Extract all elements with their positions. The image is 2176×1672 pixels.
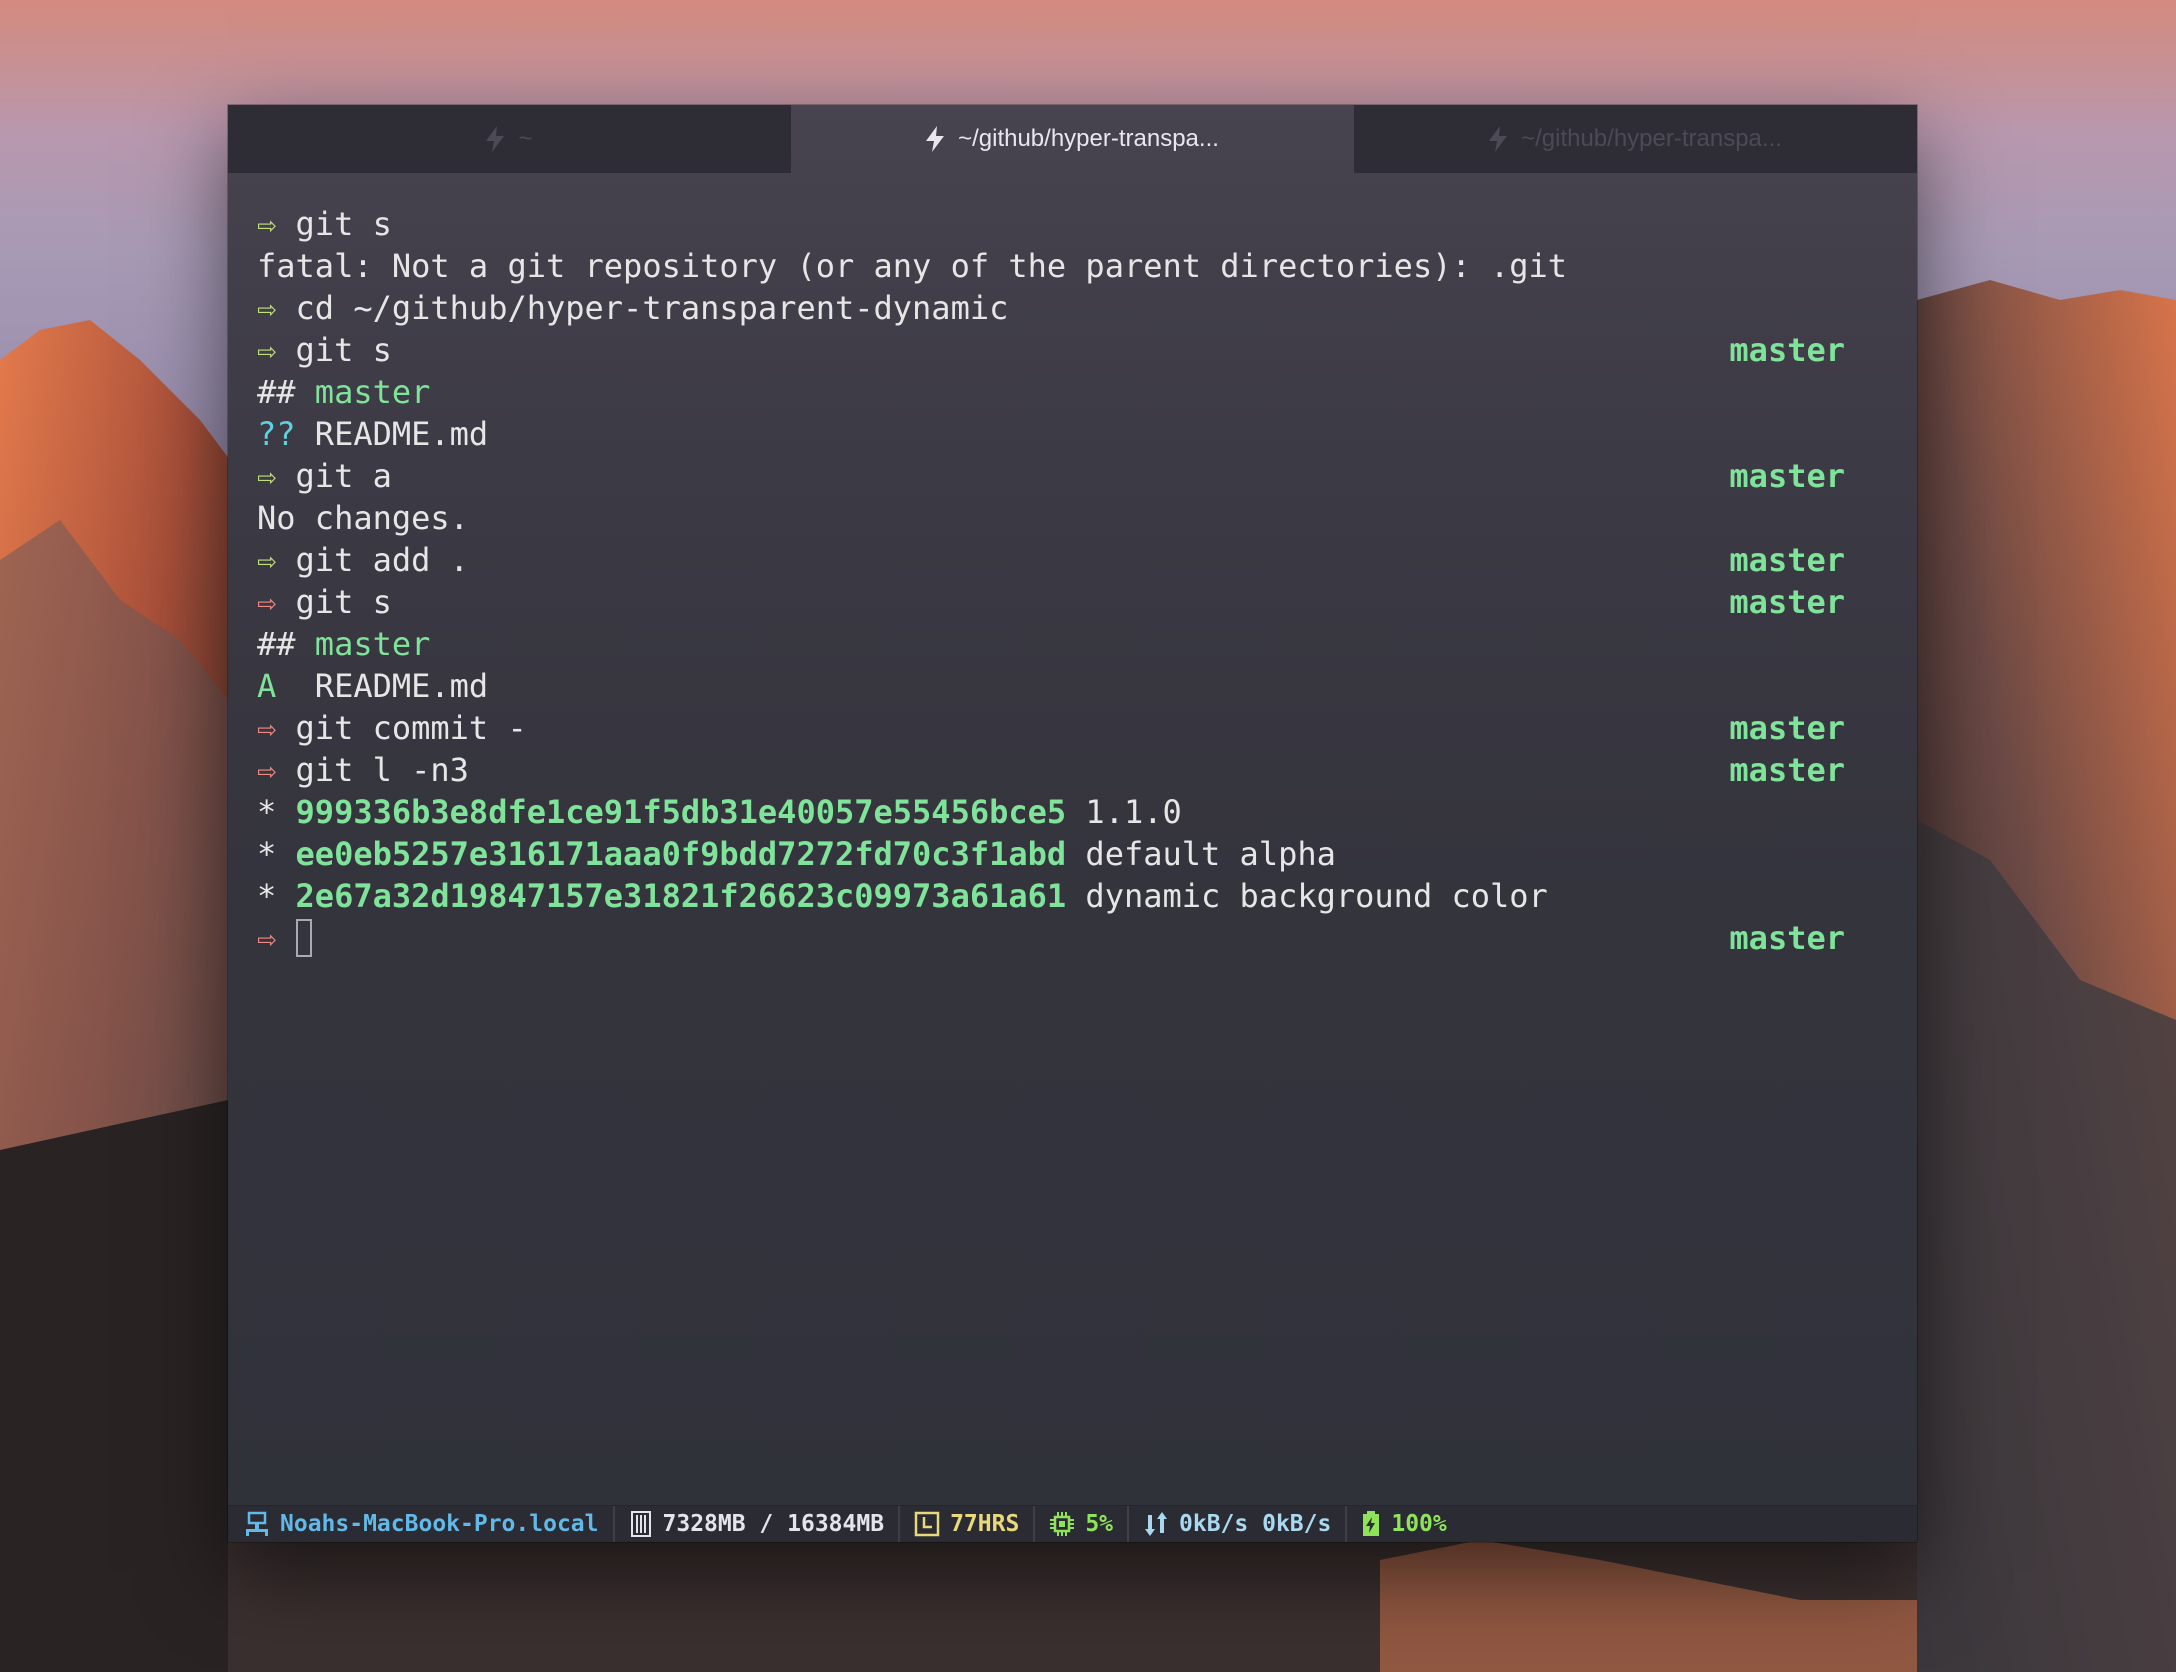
branch-name: master [314,625,431,663]
status-hostname: Noahs-MacBook-Pro.local [228,1506,615,1542]
git-branch-indicator: master [1729,583,1845,621]
terminal-line: A README.md [257,665,488,707]
terminal-line: ⇨ git s [257,581,392,623]
network-host-icon [246,1511,268,1536]
network-text: 0kB/s 0kB/s [1179,1511,1332,1537]
prompt-arrow: ⇨ [257,709,277,747]
terminal-line: ⇨ git s [257,329,392,371]
terminal-line: ?? README.md [257,413,488,455]
terminal-line: ⇨ [257,917,312,959]
tab-label: ~/github/hyper-transpa... [958,125,1219,152]
terminal-line: fatal: Not a git repository (or any of t… [257,245,1567,287]
terminal-output[interactable]: ⇨ git s fatal: Not a git repository (or … [228,173,1917,1173]
text-cursor[interactable] [295,919,312,957]
commit-hash: ee0eb5257e316171aaa0f9bdd7272fd70c3f1abd [295,835,1067,873]
lightning-icon [1489,126,1508,152]
terminal-line: * 999336b3e8dfe1ce91f5db31e40057e55456bc… [257,791,1182,833]
tab-hyper-transparent-active[interactable]: ~/github/hyper-transpa... [791,105,1354,173]
commit-hash: 999336b3e8dfe1ce91f5db31e40057e55456bce5 [295,793,1067,831]
status-memory: 7328MB / 16384MB [615,1506,901,1542]
graph-star: * [257,835,296,873]
prompt-arrow: ⇨ [257,751,277,789]
commit-message: default alpha [1066,835,1336,873]
command-text: git add . [276,541,469,579]
output-prefix: ## [257,625,315,663]
command-text: git s [276,205,392,243]
status-cpu: 5% [1035,1506,1130,1542]
command-text: git a [276,457,392,495]
status-battery: 100% [1347,1506,1460,1542]
command-text: git s [276,331,392,369]
prompt-arrow: ⇨ [257,583,277,621]
commit-message: 1.1.0 [1066,793,1182,831]
output-prefix: ## [257,373,315,411]
tab-bar: ~ ~/github/hyper-transpa... ~/github/hyp… [228,105,1917,173]
command-text: cd ~/github/hyper-transparent-dynamic [276,289,1009,327]
command-text: git commit - [276,709,527,747]
untracked-marker: ?? [257,415,315,453]
prompt-arrow: ⇨ [257,331,277,369]
tab-label: ~ [518,125,533,152]
cpu-icon [1050,1512,1075,1536]
tab-home[interactable]: ~ [228,105,791,173]
battery-text: 100% [1391,1511,1447,1537]
commit-message: dynamic background color [1066,877,1548,915]
hostname-text: Noahs-MacBook-Pro.local [280,1511,599,1537]
tab-hyper-transparent[interactable]: ~/github/hyper-transpa... [1354,105,1917,173]
file-name: README.md [314,415,489,453]
terminal-line: * ee0eb5257e316171aaa0f9bdd7272fd70c3f1a… [257,833,1336,875]
terminal-line: ⇨ git commit - [257,707,527,749]
memory-text: 7328MB / 16384MB [662,1511,885,1537]
git-branch-indicator: master [1729,331,1845,369]
commit-hash: 2e67a32d19847157e31821f26623c09973a61a61 [295,877,1067,915]
git-branch-indicator: master [1729,541,1845,579]
terminal-line: * 2e67a32d19847157e31821f26623c09973a61a… [257,875,1548,917]
lightning-icon [926,126,945,152]
prompt-arrow: ⇨ [257,205,277,243]
terminal-line: ⇨ git l -n3 [257,749,469,791]
terminal-line: No changes. [257,497,469,539]
branch-name: master [314,373,431,411]
command-text [276,919,295,957]
git-branch-indicator: master [1729,751,1845,789]
terminal-line: ⇨ git add . [257,539,469,581]
tab-label: ~/github/hyper-transpa... [1521,125,1782,152]
battery-charging-icon [1363,1511,1380,1536]
status-bar: Noahs-MacBook-Pro.local 7328MB / 16384MB… [228,1505,1917,1542]
prompt-arrow: ⇨ [257,919,277,957]
graph-star: * [257,877,296,915]
up-down-arrows-icon [1145,1512,1168,1536]
status-uptime: 77HRS [900,1506,1036,1542]
memory-icon [630,1511,651,1537]
prompt-arrow: ⇨ [257,289,277,327]
file-name: README.md [314,667,489,705]
terminal-line: ⇨ git a [257,455,392,497]
terminal-line: ⇨ cd ~/github/hyper-transparent-dynamic [257,287,1008,329]
graph-star: * [257,793,296,831]
git-branch-indicator: master [1729,457,1845,495]
command-text: git s [276,583,392,621]
output-text: No changes. [257,499,469,537]
cpu-text: 5% [1085,1511,1114,1537]
command-text: git l -n3 [276,751,469,789]
prompt-arrow: ⇨ [257,457,277,495]
output-text: fatal: Not a git repository (or any of t… [257,247,1568,285]
clock-icon [914,1511,940,1537]
prompt-arrow: ⇨ [257,541,277,579]
git-branch-indicator: master [1729,919,1845,957]
terminal-window: ~ ~/github/hyper-transpa... ~/github/hyp… [228,105,1917,1542]
uptime-text: 77HRS [950,1511,1020,1537]
terminal-line: ## master [257,623,430,665]
terminal-line: ## master [257,371,430,413]
terminal-line: ⇨ git s [257,203,392,245]
lightning-icon [486,126,505,152]
added-marker: A [257,667,315,705]
git-branch-indicator: master [1729,709,1845,747]
status-network: 0kB/s 0kB/s [1129,1506,1348,1542]
